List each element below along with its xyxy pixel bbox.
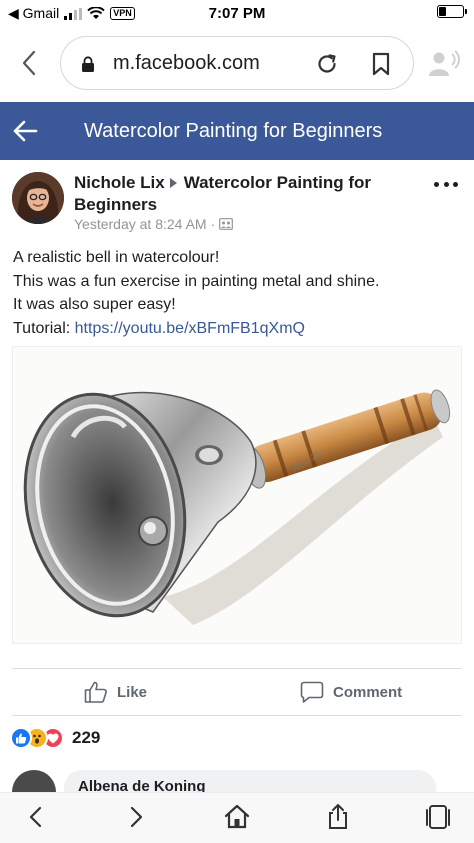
back-arrow-icon[interactable] bbox=[12, 119, 38, 143]
post-timestamp[interactable]: Yesterday at 8:24 AM bbox=[74, 216, 207, 232]
back-arrow-icon[interactable] bbox=[22, 803, 50, 831]
share-icon[interactable] bbox=[324, 803, 352, 831]
browser-toolbar bbox=[0, 792, 474, 843]
comment-preview[interactable]: Albena de Koning bbox=[0, 770, 474, 792]
post-line: A realistic bell in watercolour! bbox=[13, 249, 220, 266]
author-name[interactable]: Nichole Lix bbox=[74, 173, 165, 192]
divider bbox=[12, 668, 462, 669]
profile-icon[interactable] bbox=[428, 50, 460, 78]
browser-back-icon[interactable] bbox=[16, 48, 44, 78]
group-title[interactable]: Watercolor Painting for Beginners bbox=[84, 120, 382, 143]
browser-bar: m.facebook.com bbox=[0, 36, 474, 92]
comment-icon bbox=[300, 681, 324, 703]
post-image[interactable]: NLix-21 bbox=[12, 346, 462, 644]
meta-separator: · bbox=[210, 216, 216, 232]
commenter-avatar[interactable] bbox=[12, 770, 56, 792]
post-meta: Yesterday at 8:24 AM · bbox=[74, 216, 234, 232]
bookmark-icon[interactable] bbox=[371, 52, 391, 76]
post-line: It was also super easy! bbox=[13, 296, 176, 313]
like-label: Like bbox=[117, 683, 148, 701]
tabs-icon[interactable] bbox=[424, 803, 452, 831]
tutorial-link[interactable]: https://youtu.be/xBFmFB1qXmQ bbox=[75, 320, 305, 337]
status-time: 7:07 PM bbox=[208, 5, 266, 22]
status-bar: ◀ Gmail VPN 7:07 PM bbox=[0, 0, 474, 28]
author-avatar[interactable] bbox=[12, 172, 64, 224]
tutorial-label: Tutorial: bbox=[13, 319, 71, 337]
group-audience-icon bbox=[219, 218, 234, 230]
like-reaction-icon bbox=[10, 727, 32, 749]
home-icon[interactable] bbox=[223, 803, 251, 831]
author-line: Nichole Lix Watercolor Painting for Begin… bbox=[74, 172, 414, 216]
action-bar: Like Comment bbox=[0, 672, 474, 712]
forward-icon[interactable] bbox=[122, 803, 150, 831]
post-line: This was a fun exercise in painting meta… bbox=[13, 272, 380, 290]
divider bbox=[12, 715, 462, 716]
reaction-summary[interactable]: 229 bbox=[10, 726, 100, 750]
like-button[interactable]: Like bbox=[84, 672, 147, 712]
reaction-count: 229 bbox=[72, 728, 101, 747]
post-body: A realistic bell in watercolour! This wa… bbox=[13, 246, 463, 340]
comment-bubble[interactable]: Albena de Koning bbox=[64, 770, 436, 792]
group-header: Watercolor Painting for Beginners bbox=[0, 102, 474, 160]
address-bar[interactable]: m.facebook.com bbox=[60, 36, 414, 90]
battery-icon bbox=[437, 5, 467, 18]
like-icon bbox=[84, 681, 107, 703]
lock-icon bbox=[82, 56, 94, 72]
reload-icon[interactable] bbox=[315, 52, 339, 76]
comment-label: Comment bbox=[333, 683, 403, 701]
caret-right-icon bbox=[169, 178, 177, 189]
url-text: m.facebook.com bbox=[113, 52, 260, 74]
commenter-name[interactable]: Albena de Koning bbox=[78, 778, 206, 792]
comment-button[interactable]: Comment bbox=[300, 672, 402, 712]
bell-painting: NLix-21 bbox=[23, 389, 451, 625]
tutorial-line: Tutorial: https://youtu.be/xBFmFB1qXmQ bbox=[13, 317, 463, 341]
more-icon[interactable] bbox=[434, 182, 458, 190]
